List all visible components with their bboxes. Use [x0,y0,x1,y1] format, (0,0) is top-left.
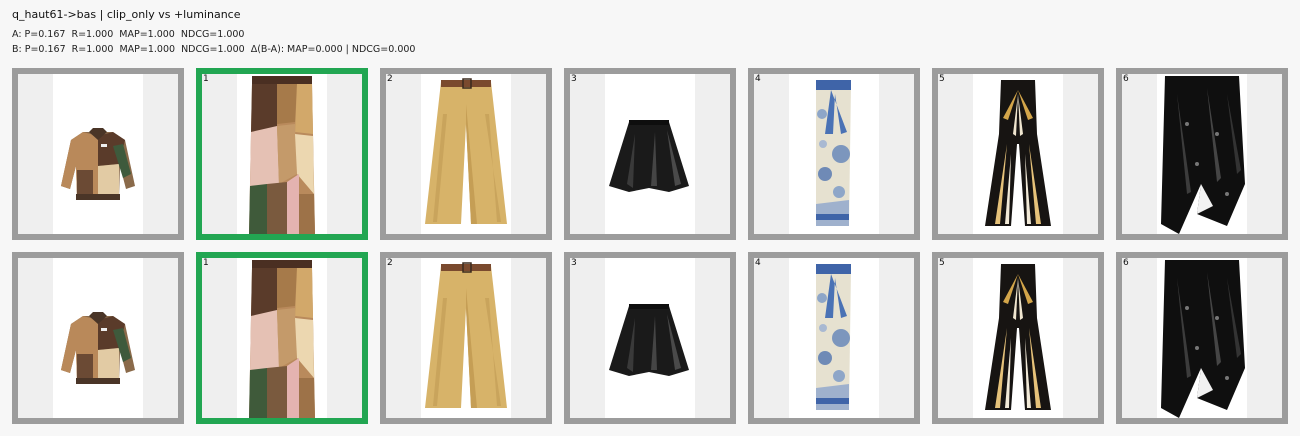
query-image [53,258,143,418]
rank-label: 3 [571,258,577,268]
rank-label: 5 [939,74,945,84]
result-image-black-leather-mini-skirt [605,74,695,234]
rank-label: 4 [755,74,761,84]
result-tile[interactable]: 2 [380,252,552,424]
result-tile[interactable]: 3 [564,252,736,424]
page-title: q_haut61->bas | clip_only vs +luminance [12,8,241,21]
result-tile[interactable]: 1 [196,68,368,240]
result-image-black-leather-mini-skirt [605,258,695,418]
result-image-blue-toile-wrap-skirt [789,74,879,234]
rank-label: 1 [203,74,209,84]
result-image-camel-wide-leg-trousers [421,258,511,418]
result-image-patchwork-skirt [237,258,327,418]
rank-label: 2 [387,258,393,268]
result-tile[interactable]: 4 [748,68,920,240]
rank-label: 3 [571,74,577,84]
query-image [53,74,143,234]
metrics-a: A: P=0.167 R=1.000 MAP=1.000 NDCG=1.000 [12,29,245,40]
result-image-black-sequin-skirt [1157,74,1247,234]
results-row-b: 1 2 3 4 5 6 [12,252,1292,424]
result-image-patchwork-skirt [237,74,327,234]
result-tile[interactable]: 5 [932,68,1104,240]
results-row-a: 1 2 3 4 5 6 [12,68,1292,240]
result-tile[interactable]: 2 [380,68,552,240]
rank-label: 6 [1123,74,1129,84]
rank-label: 6 [1123,258,1129,268]
result-image-blue-toile-wrap-skirt [789,258,879,418]
rank-label: 4 [755,258,761,268]
result-tile[interactable]: 3 [564,68,736,240]
query-tile[interactable] [12,252,184,424]
rank-label: 5 [939,258,945,268]
result-tile[interactable]: 1 [196,252,368,424]
result-tile[interactable]: 5 [932,252,1104,424]
result-tile[interactable]: 4 [748,252,920,424]
rank-label: 1 [203,258,209,268]
result-image-black-sequin-skirt [1157,258,1247,418]
result-tile[interactable]: 6 [1116,68,1288,240]
result-image-camel-wide-leg-trousers [421,74,511,234]
result-tile[interactable]: 6 [1116,252,1288,424]
rank-label: 2 [387,74,393,84]
result-image-striped-flared-trousers [973,258,1063,418]
metrics-b: B: P=0.167 R=1.000 MAP=1.000 NDCG=1.000 … [12,44,416,55]
query-tile[interactable] [12,68,184,240]
result-image-striped-flared-trousers [973,74,1063,234]
